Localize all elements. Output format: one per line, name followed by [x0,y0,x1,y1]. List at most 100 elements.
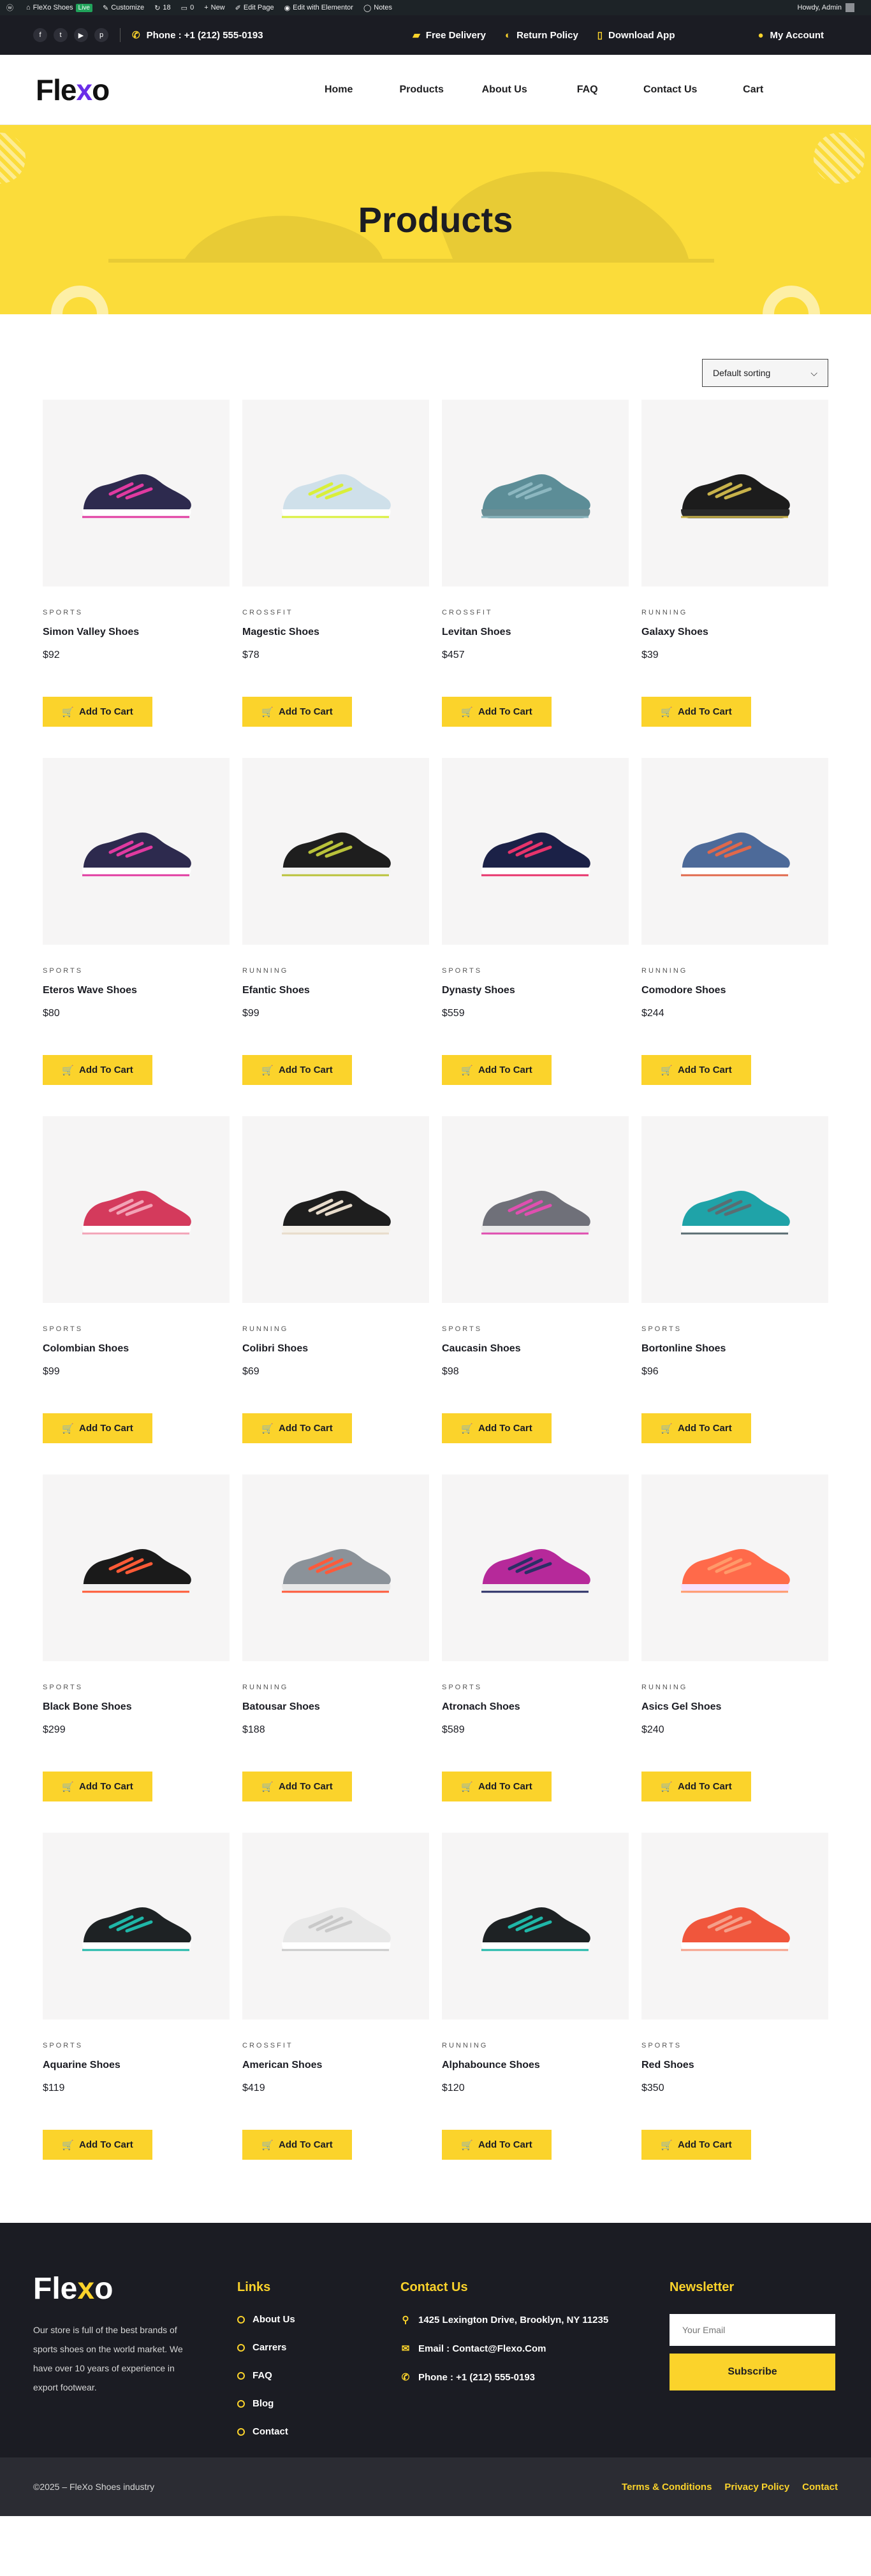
my-account-link[interactable]: ● My Account [758,30,824,41]
add-to-cart-button[interactable]: 🛒 Add To Cart [43,1055,152,1085]
product-category[interactable]: RUNNING [641,609,828,616]
product-card[interactable]: SPORTS Aquarine Shoes $119 🛒 Add To Cart [43,1833,230,2191]
add-to-cart-button[interactable]: 🛒 Add To Cart [43,697,152,727]
product-card[interactable]: RUNNING Comodore Shoes $244 🛒 Add To Cart [641,758,828,1116]
product-name[interactable]: Aquarine Shoes [43,2060,230,2071]
product-image[interactable] [442,758,629,945]
product-name[interactable]: Colombian Shoes [43,1343,230,1355]
product-image[interactable] [43,758,230,945]
sorting-select[interactable]: Default sorting ⌵ [702,359,828,387]
add-to-cart-button[interactable]: 🛒 Add To Cart [442,2130,552,2160]
product-image[interactable] [641,1833,828,2019]
product-category[interactable]: SPORTS [43,609,230,616]
footer-link-faq[interactable]: FAQ [237,2370,400,2381]
product-image[interactable] [43,1833,230,2019]
product-card[interactable]: CROSSFIT Levitan Shoes $457 🛒 Add To Cart [442,400,629,758]
product-image[interactable] [641,400,828,586]
product-name[interactable]: Dynasty Shoes [442,985,629,996]
product-category[interactable]: RUNNING [242,1684,429,1691]
product-category[interactable]: CROSSFIT [442,609,629,616]
product-card[interactable]: RUNNING Asics Gel Shoes $240 🛒 Add To Cart [641,1474,828,1833]
product-image[interactable] [442,1116,629,1303]
product-name[interactable]: Caucasin Shoes [442,1343,629,1355]
add-to-cart-button[interactable]: 🛒 Add To Cart [242,1772,352,1801]
download-app-link[interactable]: ▯ Download App [597,29,675,41]
product-name[interactable]: Asics Gel Shoes [641,1701,828,1713]
privacy-link[interactable]: Privacy Policy [724,2482,789,2492]
product-image[interactable] [242,1116,429,1303]
product-category[interactable]: CROSSFIT [242,2042,429,2049]
topbar-phone[interactable]: ✆ Phone : +1 (212) 555-0193 [132,29,263,41]
terms-link[interactable]: Terms & Conditions [622,2482,712,2492]
product-card[interactable]: SPORTS Black Bone Shoes $299 🛒 Add To Cart [43,1474,230,1833]
product-name[interactable]: Colibri Shoes [242,1343,429,1355]
nav-home[interactable]: Home [297,84,380,96]
product-card[interactable]: SPORTS Dynasty Shoes $559 🛒 Add To Cart [442,758,629,1116]
product-name[interactable]: Atronach Shoes [442,1701,629,1713]
product-card[interactable]: SPORTS Colombian Shoes $99 🛒 Add To Cart [43,1116,230,1474]
product-image[interactable] [43,400,230,586]
product-category[interactable]: RUNNING [442,2042,629,2049]
add-to-cart-button[interactable]: 🛒 Add To Cart [242,2130,352,2160]
add-to-cart-button[interactable]: 🛒 Add To Cart [242,697,352,727]
subscribe-button[interactable]: Subscribe [670,2354,835,2390]
free-delivery-link[interactable]: ▰ Free Delivery [413,29,486,41]
product-name[interactable]: Alphabounce Shoes [442,2060,629,2071]
footer-link-contact[interactable]: Contact [237,2426,400,2437]
nav-products[interactable]: Products [380,84,463,96]
product-name[interactable]: Red Shoes [641,2060,828,2071]
product-card[interactable]: SPORTS Simon Valley Shoes $92 🛒 Add To Cart [43,400,230,758]
product-image[interactable] [242,1833,429,2019]
product-category[interactable]: SPORTS [641,1325,828,1333]
product-name[interactable]: Galaxy Shoes [641,627,828,638]
add-to-cart-button[interactable]: 🛒 Add To Cart [641,1055,751,1085]
footer-contact-link[interactable]: Contact [802,2482,838,2492]
product-name[interactable]: Black Bone Shoes [43,1701,230,1713]
product-category[interactable]: SPORTS [43,967,230,975]
product-category[interactable]: SPORTS [43,2042,230,2049]
product-card[interactable]: RUNNING Efantic Shoes $99 🛒 Add To Cart [242,758,429,1116]
product-card[interactable]: SPORTS Bortonline Shoes $96 🛒 Add To Cart [641,1116,828,1474]
product-image[interactable] [641,1116,828,1303]
product-card[interactable]: SPORTS Atronach Shoes $589 🛒 Add To Cart [442,1474,629,1833]
facebook-icon[interactable]: f [33,28,47,42]
add-to-cart-button[interactable]: 🛒 Add To Cart [442,1772,552,1801]
product-name[interactable]: Simon Valley Shoes [43,627,230,638]
product-card[interactable]: CROSSFIT American Shoes $419 🛒 Add To Cart [242,1833,429,2191]
nav-contact-us[interactable]: Contact Us [629,84,712,96]
product-card[interactable]: CROSSFIT Magestic Shoes $78 🛒 Add To Cart [242,400,429,758]
product-category[interactable]: SPORTS [641,2042,828,2049]
return-policy-link[interactable]: ◐ Return Policy [505,29,578,41]
admin-notes[interactable]: ◯ Notes [363,4,392,12]
admin-site-name[interactable]: ⌂ FleXo Shoes Live [26,3,92,12]
product-name[interactable]: Eteros Wave Shoes [43,985,230,996]
admin-new[interactable]: + New [204,4,224,11]
product-image[interactable] [641,758,828,945]
product-image[interactable] [242,758,429,945]
product-name[interactable]: Efantic Shoes [242,985,429,996]
product-category[interactable]: SPORTS [43,1684,230,1691]
add-to-cart-button[interactable]: 🛒 Add To Cart [641,1413,751,1443]
add-to-cart-button[interactable]: 🛒 Add To Cart [43,1772,152,1801]
product-image[interactable] [43,1474,230,1661]
add-to-cart-button[interactable]: 🛒 Add To Cart [641,1772,751,1801]
product-card[interactable]: SPORTS Red Shoes $350 🛒 Add To Cart [641,1833,828,2191]
product-card[interactable]: SPORTS Eteros Wave Shoes $80 🛒 Add To Cart [43,758,230,1116]
footer-logo[interactable]: Flexo [33,2271,237,2306]
add-to-cart-button[interactable]: 🛒 Add To Cart [242,1055,352,1085]
site-logo[interactable]: Flexo [36,73,110,107]
youtube-icon[interactable]: ▶ [74,28,88,42]
product-category[interactable]: RUNNING [641,967,828,975]
product-image[interactable] [442,400,629,586]
admin-comments[interactable]: ▭ 0 [181,4,194,12]
add-to-cart-button[interactable]: 🛒 Add To Cart [641,697,751,727]
admin-howdy[interactable]: Howdy, Admin [798,3,854,12]
footer-phone[interactable]: ✆ Phone : +1 (212) 555-0193 [400,2371,670,2383]
admin-updates[interactable]: ↻ 18 [154,4,170,12]
product-card[interactable]: RUNNING Galaxy Shoes $39 🛒 Add To Cart [641,400,828,758]
product-image[interactable] [641,1474,828,1661]
product-category[interactable]: SPORTS [43,1325,230,1333]
footer-link-about[interactable]: About Us [237,2314,400,2325]
footer-link-blog[interactable]: Blog [237,2398,400,2409]
footer-email[interactable]: ✉ Email : Contact@Flexo.Com [400,2343,670,2355]
